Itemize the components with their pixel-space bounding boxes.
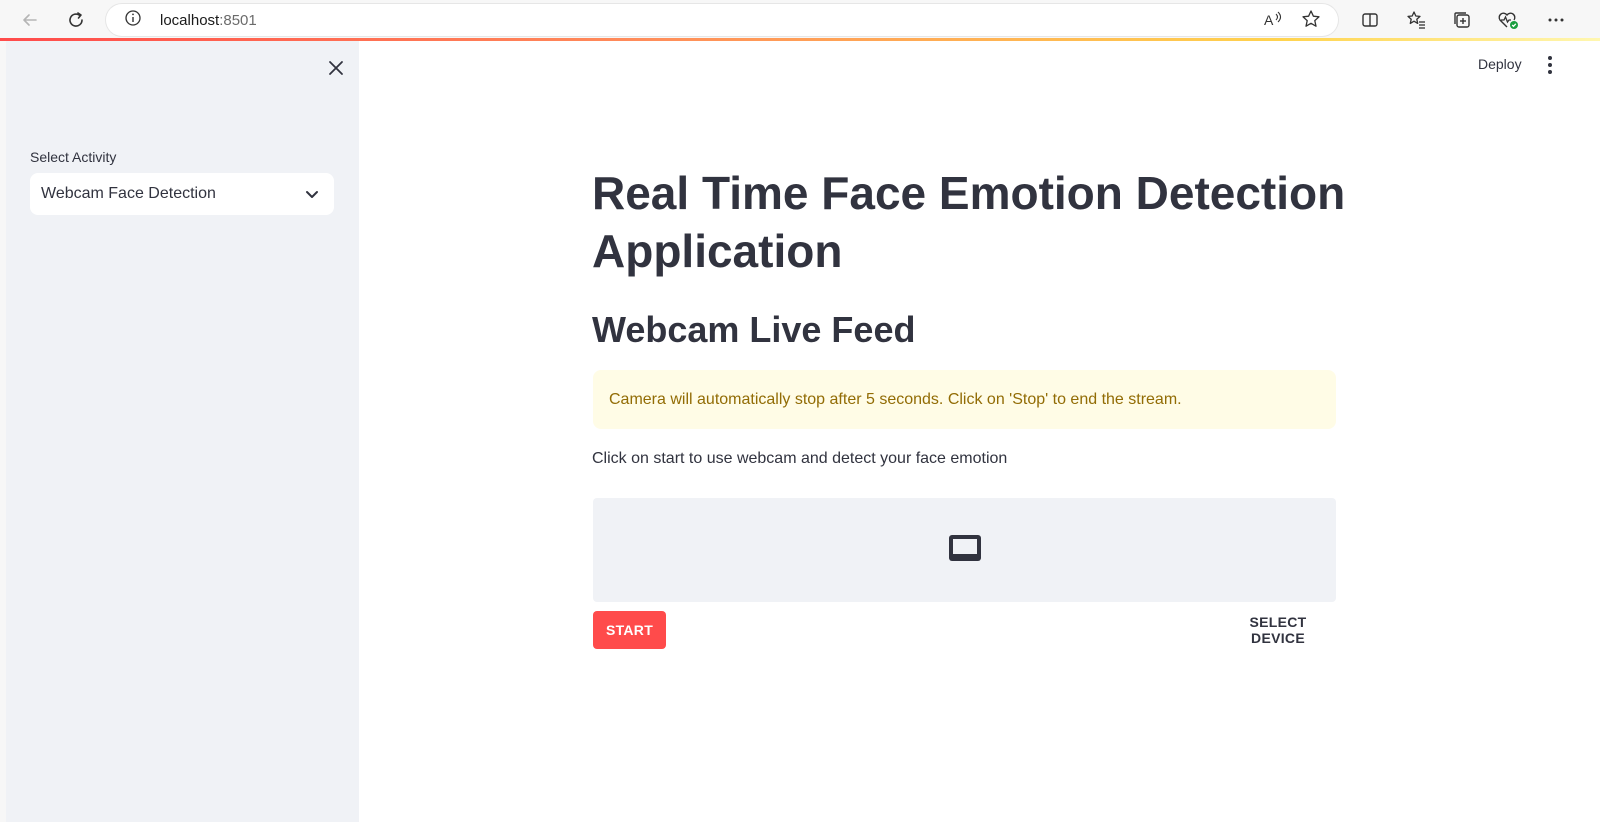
address-bar[interactable]: localhost:8501 A (106, 4, 1338, 36)
main-menu-icon[interactable] (1540, 55, 1560, 75)
collections-icon[interactable] (1448, 6, 1476, 34)
address-bar-icons: A (1262, 8, 1322, 35)
svg-text:A: A (1264, 12, 1274, 28)
url-text[interactable]: localhost:8501 (160, 12, 257, 29)
browser-toolbar: localhost:8501 A (0, 0, 1600, 40)
activity-select[interactable]: Webcam Face Detection (30, 173, 334, 215)
split-screen-icon[interactable] (1356, 6, 1384, 34)
info-icon[interactable] (124, 9, 142, 32)
select-device-button[interactable]: SELECT DEVICE (1220, 611, 1336, 649)
warning-alert: Camera will automatically stop after 5 s… (593, 370, 1336, 429)
close-icon[interactable] (324, 56, 348, 80)
video-device-icon (947, 533, 983, 568)
sidebar: Select Activity Webcam Face Detection (6, 41, 359, 822)
warning-text: Camera will automatically stop after 5 s… (609, 390, 1182, 408)
refresh-icon[interactable] (62, 6, 90, 34)
favorite-star-icon[interactable] (1300, 8, 1322, 35)
activity-select-value: Webcam Face Detection (41, 185, 216, 202)
back-arrow-icon[interactable] (16, 6, 44, 34)
deploy-button[interactable]: Deploy (1478, 56, 1522, 72)
page-title: Real Time Face Emotion Detection Applica… (592, 167, 1346, 277)
chevron-down-icon (304, 186, 320, 202)
more-icon[interactable] (1542, 6, 1570, 34)
browser-essentials-icon[interactable] (1494, 6, 1522, 34)
video-placeholder (593, 498, 1336, 602)
url-port: :8501 (219, 11, 257, 29)
start-button[interactable]: START (593, 611, 666, 649)
description-text: Click on start to use webcam and detect … (592, 450, 1008, 467)
section-title: Webcam Live Feed (592, 309, 916, 350)
select-activity-label: Select Activity (30, 149, 117, 165)
url-host: localhost (160, 11, 220, 29)
read-aloud-icon[interactable]: A (1262, 8, 1284, 35)
favorites-list-icon[interactable] (1402, 6, 1430, 34)
